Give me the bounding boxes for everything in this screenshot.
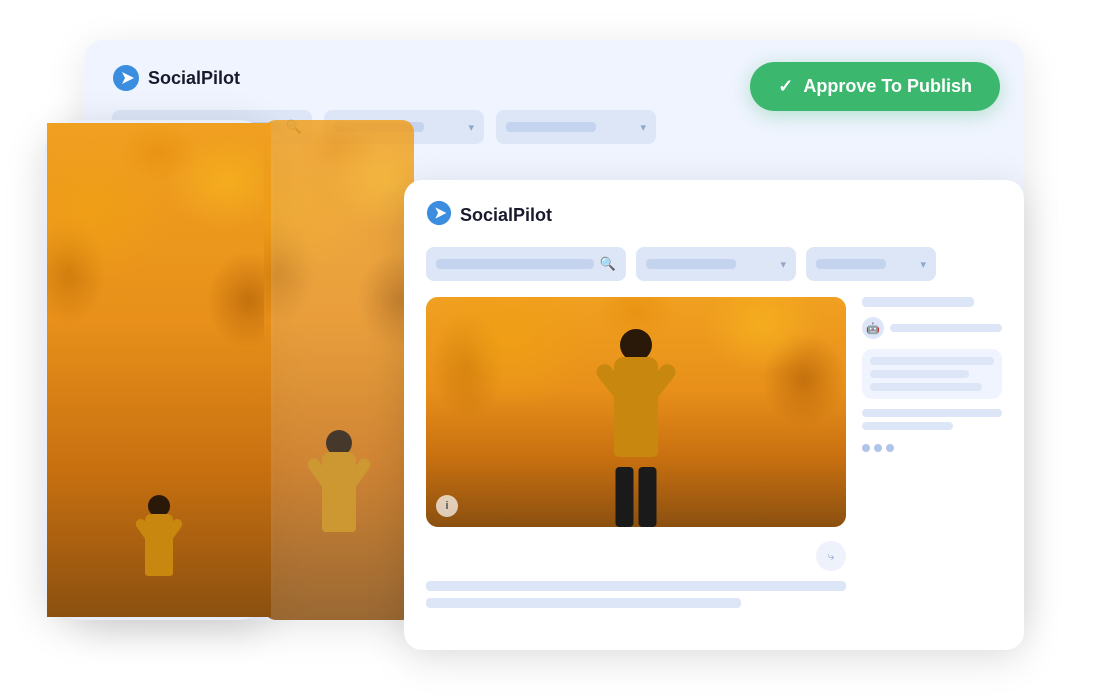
phone-panel: SocialPilot ⤷ 🤖: [44, 120, 274, 620]
mid-share-row: ⤷: [426, 541, 846, 571]
sidebar-bot-row: 🤖: [862, 317, 1002, 339]
dot-2: [874, 444, 882, 452]
approve-button-label: Approve To Publish: [803, 76, 972, 97]
sidebar-bot-line-1: [890, 324, 1002, 332]
back-panel-logo-icon: [112, 64, 140, 92]
mid-chevron-2: ▾: [920, 258, 926, 271]
sidebar-card-1-line-2: [870, 370, 969, 378]
mid-panel-toolbar: 🔍 ▾ ▾: [426, 247, 1002, 281]
back-panel-dropdown-2-bar: [506, 122, 596, 132]
sidebar-extra-2: [862, 422, 953, 430]
mid-panel-image: i: [426, 297, 846, 527]
dot-3: [886, 444, 894, 452]
mid-panel-sidebar: 🤖: [862, 297, 1002, 608]
mid-chevron-1: ▾: [780, 258, 786, 271]
mid-panel-dropdown-2-bar: [816, 259, 886, 269]
sidebar-extra-1: [862, 409, 1002, 417]
sidebar-card-1-line-1: [870, 357, 994, 365]
mid-panel-logo-icon: [426, 200, 452, 231]
mid-panel: SocialPilot 🔍 ▾ ▾: [404, 180, 1024, 650]
dot-1: [862, 444, 870, 452]
photo-strip: [264, 120, 414, 620]
mid-text-lines: [426, 581, 846, 608]
sidebar-extra-lines: [862, 409, 1002, 430]
mid-line-1: [426, 581, 846, 591]
mid-line-2: [426, 598, 741, 608]
autumn-trees-strip: [264, 120, 414, 420]
check-icon: ✓: [778, 76, 793, 97]
mid-panel-search[interactable]: 🔍: [426, 247, 626, 281]
sidebar-top-section: [862, 297, 1002, 307]
mid-panel-logo-row: SocialPilot: [426, 200, 1002, 231]
phone-autumn-bg: [61, 200, 257, 350]
mid-share-icon[interactable]: ⤷: [816, 541, 846, 571]
back-panel-dropdown-2[interactable]: ▾: [496, 110, 656, 144]
mid-panel-dropdown-2[interactable]: ▾: [806, 247, 936, 281]
phone-image: [61, 200, 257, 350]
sidebar-card-1: [862, 349, 1002, 399]
mid-panel-logo-text: SocialPilot: [460, 205, 552, 226]
back-panel-logo-text: SocialPilot: [148, 68, 240, 89]
sidebar-bot-icon: 🤖: [862, 317, 884, 339]
mid-panel-dropdown-1[interactable]: ▾: [636, 247, 796, 281]
phone-autumn-trees: [61, 200, 257, 350]
approve-to-publish-button[interactable]: ✓ Approve To Publish: [750, 62, 1000, 111]
autumn-bg-strip: [264, 120, 414, 620]
main-scene: SocialPilot 🔍 ▾ ▾ ✓ Approve To Publish: [24, 20, 1084, 680]
mid-autumn-bg: [426, 297, 846, 527]
chevron-down-icon-2: ▾: [640, 121, 646, 134]
sidebar-card-1-line-3: [870, 383, 982, 391]
sidebar-line-1: [862, 297, 974, 307]
info-icon: i: [436, 495, 458, 517]
mid-panel-content: i ⤷ 🤖: [426, 297, 1002, 608]
mid-search-icon: 🔍: [600, 256, 616, 272]
mid-panel-search-bar: [436, 259, 594, 269]
mid-panel-main: i ⤷: [426, 297, 846, 608]
mid-panel-dropdown-1-bar: [646, 259, 736, 269]
chevron-down-icon: ▾: [468, 121, 474, 134]
sidebar-dot-row: [862, 444, 1002, 452]
